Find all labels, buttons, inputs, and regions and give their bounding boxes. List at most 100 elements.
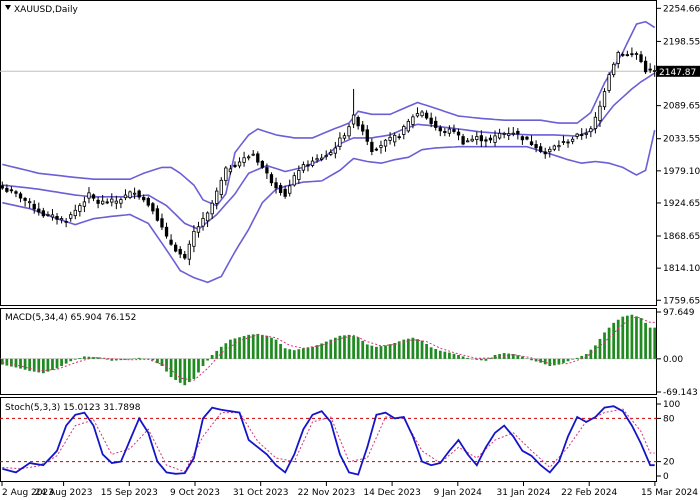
macd-histogram-bar: [470, 358, 474, 360]
candle-body: [297, 170, 301, 180]
price-axis-label: 2254.66: [663, 4, 700, 14]
candle-body: [64, 220, 68, 223]
candle-body: [224, 167, 228, 182]
macd-histogram-bar: [484, 358, 488, 361]
candle-body: [210, 202, 214, 215]
trading-chart[interactable]: 2254.662198.552144.312089.652033.551979.…: [0, 0, 700, 500]
macd-histogram-bar: [566, 358, 570, 362]
current-price-label: 2147.87: [659, 68, 696, 78]
macd-histogram-bar: [603, 332, 606, 359]
macd-histogram-bar: [297, 349, 301, 359]
macd-histogram-bar: [174, 358, 178, 380]
macd-histogram-bar: [411, 337, 415, 359]
macd-histogram-bar: [639, 318, 643, 359]
date-axis-label: 31 Oct 2023: [233, 488, 289, 498]
candle-body: [292, 175, 296, 186]
macd-histogram-bar: [165, 358, 168, 372]
stochastic-axis-label: 100: [663, 400, 680, 410]
macd-histogram-bar: [60, 358, 63, 367]
candle-body: [101, 200, 105, 205]
candle-body: [648, 68, 652, 71]
candle-body: [274, 182, 278, 189]
macd-histogram-bar: [347, 334, 351, 359]
candle-body: [552, 145, 556, 150]
macd-histogram-bar: [475, 358, 479, 360]
candle-body: [534, 144, 538, 149]
candle-body: [488, 137, 493, 141]
price-axis-label: 2089.65: [663, 102, 700, 112]
macd-histogram-bar: [302, 348, 305, 359]
macd-histogram-bar: [10, 358, 13, 367]
candle-body: [338, 137, 342, 147]
macd-histogram-bar: [648, 327, 652, 359]
candle-body: [602, 91, 607, 108]
candle-body: [393, 134, 397, 143]
candle-body: [639, 54, 643, 63]
macd-histogram-bar: [19, 358, 22, 369]
candle-body: [50, 214, 55, 218]
macd-histogram-bar: [343, 335, 346, 359]
candle-body: [32, 203, 36, 210]
candle-body: [196, 226, 201, 233]
candle-body: [151, 203, 155, 212]
candle-body: [634, 53, 639, 55]
macd-histogram-bar: [594, 345, 597, 359]
stochastic-axis-label: 0: [663, 472, 669, 482]
candle-body: [466, 140, 470, 143]
candle-body: [160, 218, 164, 228]
macd-histogram-bar: [493, 354, 497, 359]
macd-histogram-bar: [530, 358, 533, 361]
macd-histogram-bar: [133, 358, 136, 360]
candle-body: [23, 197, 27, 201]
macd-histogram-bar: [625, 315, 629, 359]
macd-histogram-bar: [635, 316, 638, 359]
stochastic-axis-label: 20: [663, 458, 675, 468]
candle-body: [351, 114, 356, 125]
candle-body: [260, 160, 264, 168]
candle-body: [566, 141, 570, 144]
candle-body: [215, 190, 219, 204]
date-axis-label: 31 Jan 2024: [497, 488, 551, 498]
macd-histogram-bar: [315, 345, 319, 359]
candle-body: [653, 70, 657, 72]
candle-body: [219, 179, 223, 195]
candle-body: [233, 164, 237, 168]
date-axis-label: 9 Jan 2024: [434, 488, 482, 498]
candle-body: [625, 54, 629, 57]
candle-body: [110, 198, 114, 203]
candle-body: [516, 130, 520, 135]
macd-histogram-bar: [260, 334, 264, 359]
candle-body: [383, 139, 388, 147]
macd-histogram-bar: [543, 358, 547, 365]
price-axis-label: 2033.55: [663, 135, 700, 145]
macd-histogram-bar: [452, 353, 456, 359]
candle-body: [201, 218, 205, 227]
price-axis-label: 1759.65: [663, 296, 700, 306]
chart-background: [0, 0, 700, 500]
candle-body: [96, 199, 100, 204]
candle-body: [178, 248, 182, 255]
macd-histogram-bar: [23, 358, 27, 370]
price-axis-label: 1979.10: [663, 167, 700, 177]
candle-body: [265, 167, 269, 174]
candle-body: [256, 153, 260, 163]
macd-histogram-bar: [612, 322, 616, 359]
candle-body: [479, 135, 483, 142]
candle-body: [593, 116, 598, 130]
candle-body: [82, 201, 87, 207]
macd-histogram-bar: [78, 358, 82, 359]
candle-body: [525, 136, 529, 140]
candle-body: [87, 192, 91, 199]
macd-histogram-bar: [256, 333, 260, 359]
candle-body: [589, 128, 593, 133]
candle-body: [643, 60, 648, 73]
candle-body: [73, 209, 77, 217]
candle-body: [397, 136, 401, 139]
candle-body: [91, 194, 96, 199]
macd-histogram-bar: [361, 340, 365, 359]
macd-histogram-bar: [83, 356, 86, 359]
macd-histogram-bar: [265, 335, 269, 359]
macd-histogram-bar: [279, 343, 282, 359]
candle-body: [561, 141, 566, 143]
macd-histogram-bar: [571, 358, 574, 360]
